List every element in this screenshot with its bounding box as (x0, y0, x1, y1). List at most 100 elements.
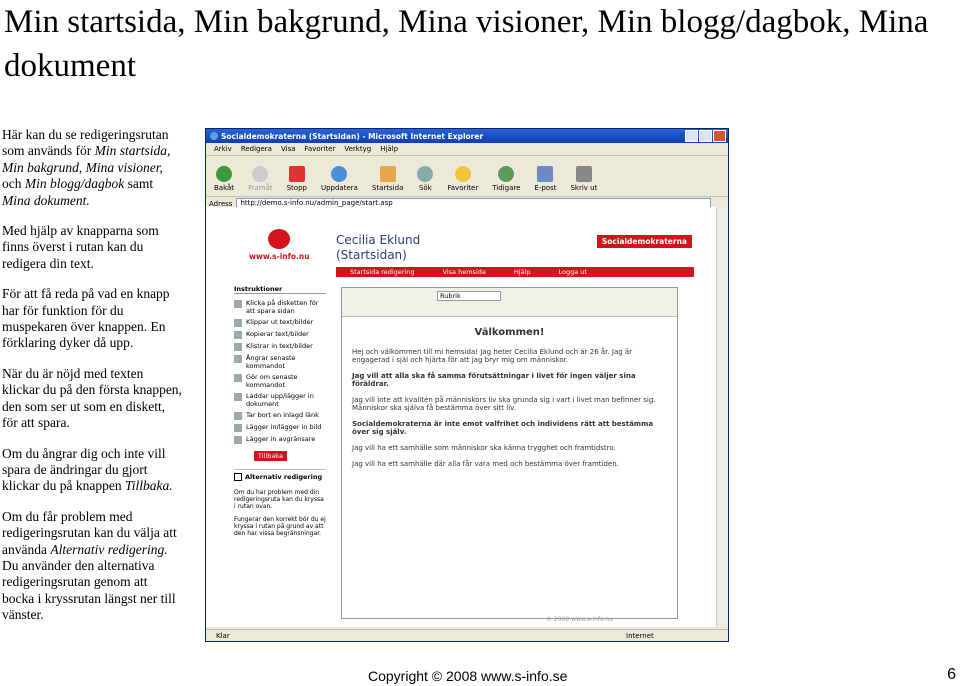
window-titlebar: Socialdemokraterna (Startsidan) - Micros… (206, 129, 728, 143)
instruction-item: Tar bort en inlagd länk (234, 411, 326, 420)
status-bar: Klar Internet (206, 629, 728, 641)
instruction-item: Ångrar senaste kommandot (234, 354, 326, 370)
history-button[interactable]: Tidigare (492, 166, 520, 192)
menu-redigera[interactable]: Redigera (241, 145, 272, 153)
stop-icon (288, 166, 305, 182)
paste-icon (234, 343, 242, 351)
undo-icon (234, 355, 242, 363)
print-button[interactable]: Skriv ut (570, 166, 597, 192)
nav-help[interactable]: Hjälp (500, 267, 545, 277)
paragraph-2: Med hjälp av knapparna som finns överst … (2, 223, 159, 271)
site-copyright: © 2008 www.s-info.nu (546, 616, 614, 623)
editor-toolbar: Rubrik (342, 288, 677, 317)
nav-edit[interactable]: Startsida redigering (336, 267, 429, 277)
back-icon (216, 166, 233, 182)
status-text: Klar (216, 631, 230, 640)
vertical-scrollbar[interactable] (716, 207, 728, 627)
instruction-item: Kopierar text/bilder (234, 330, 326, 339)
page-title: Min startsida, Min bakgrund, Mina vision… (4, 4, 929, 84)
browser-toolbar: Bakåt Framåt Stopp Uppdatera Startsida S… (206, 156, 728, 197)
refresh-button[interactable]: Uppdatera (321, 166, 358, 192)
instruction-item: Lägger in avgränsare (234, 435, 326, 444)
instruction-item: Klistrar in text/bilder (234, 342, 326, 351)
page-content: www.s-info.nu Cecilia Eklund (Startsidan… (206, 207, 716, 627)
body-paragraph: Jag vill att alla ska få samma förutsätt… (352, 372, 636, 388)
instructions-title: Instruktioner (234, 285, 326, 294)
menu-arkiv[interactable]: Arkiv (214, 145, 232, 153)
forward-button[interactable]: Framåt (248, 166, 273, 192)
paragraph-1: Här kan du se redigeringsrutan som använ… (2, 127, 171, 208)
paragraph-5: Om du ångrar dig och inte vill spara de … (2, 445, 173, 494)
help-text-2: Fungerar den korrekt bör du ej kryssa i … (234, 516, 326, 537)
redo-icon (234, 374, 242, 382)
print-icon (575, 166, 592, 182)
mail-button[interactable]: E-post (534, 166, 556, 192)
alt-edit-checkbox[interactable]: Alternativ redigering (234, 469, 326, 481)
instructions-panel: Instruktioner Klicka på disketten för at… (234, 285, 326, 543)
home-icon (379, 166, 396, 182)
mail-icon (537, 166, 554, 182)
minimize-icon[interactable] (685, 130, 698, 142)
star-icon (454, 166, 471, 182)
body-paragraph: Hej och välkommen till mi hemsida! Jag h… (352, 348, 633, 364)
footer-copyright: Copyright © 2008 www.s-info.se (368, 668, 568, 684)
copy-icon (234, 331, 242, 339)
menu-verktyg[interactable]: Verktyg (344, 145, 371, 153)
menu-favoriter[interactable]: Favoriter (305, 145, 336, 153)
menu-visa[interactable]: Visa (281, 145, 296, 153)
image-icon (234, 424, 242, 432)
forward-icon (252, 166, 269, 182)
instruction-item: Klippar ut text/bilder (234, 318, 326, 327)
back-link-button[interactable]: Tillbaka (254, 451, 287, 461)
zone-text: Internet (626, 631, 654, 640)
unlink-icon (234, 412, 242, 420)
nav-view[interactable]: Visa hemsida (429, 267, 500, 277)
site-nav: Startsida redigering Visa hemsida Hjälp … (336, 267, 694, 277)
nav-logout[interactable]: Logga ut (544, 267, 600, 277)
font-select[interactable]: Rubrik (437, 291, 501, 301)
home-button[interactable]: Startsida (372, 166, 403, 192)
help-text-1: Om du har problem med din redigeringsrut… (234, 489, 324, 510)
document-icon (234, 393, 242, 401)
refresh-icon (331, 166, 348, 182)
instruction-item: Laddar upp/lägger in dokument (234, 392, 326, 408)
body-paragraph: Jag vill ha ett samhälle som människor s… (352, 444, 616, 452)
favorites-button[interactable]: Favoriter (447, 166, 478, 192)
body-paragraph: Jag vill inte att kvalitén på människors… (352, 396, 656, 412)
instruction-item: Lägger in/lägger in bild (234, 423, 326, 432)
instruction-text: Här kan du se redigeringsrutan som använ… (2, 127, 182, 638)
browser-screenshot: Socialdemokraterna (Startsidan) - Micros… (205, 128, 729, 642)
ie-icon (210, 132, 218, 140)
close-icon[interactable] (713, 130, 726, 142)
maximize-icon[interactable] (699, 130, 712, 142)
checkbox-icon (234, 473, 242, 481)
rose-logo-icon (268, 229, 290, 249)
paragraph-6: Om du får problem med redigeringsrutan k… (2, 508, 177, 623)
site-header: www.s-info.nu Cecilia Eklund (Startsidan… (228, 227, 694, 277)
instruction-item: Gör om senaste kommandot (234, 373, 326, 389)
rich-text-editor[interactable]: Rubrik Välkommen! Hej och välkommen till… (341, 287, 678, 619)
save-icon (234, 300, 242, 308)
paragraph-4: När du är nöjd med texten klickar du på … (2, 365, 182, 431)
window-title: Socialdemokraterna (Startsidan) - Micros… (221, 131, 484, 141)
search-button[interactable]: Sök (417, 166, 434, 192)
menu-bar: Arkiv Redigera Visa Favoriter Verktyg Hj… (206, 143, 728, 156)
welcome-heading: Välkommen! (474, 327, 545, 338)
cut-icon (234, 319, 242, 327)
divider-icon (234, 436, 242, 444)
back-button[interactable]: Bakåt (214, 166, 234, 192)
menu-hjalp[interactable]: Hjälp (380, 145, 398, 153)
paragraph-3: För att få reda på vad en knapp har för … (2, 286, 170, 351)
instruction-item: Klicka på disketten för att spara sidan (234, 299, 326, 315)
editor-body[interactable]: Välkommen! Hej och välkommen till mi hem… (342, 317, 677, 482)
page-number: 6 (947, 666, 956, 683)
search-icon (417, 166, 434, 182)
body-paragraph: Jag vill ha ett samhälle där alla får va… (352, 460, 619, 468)
site-url: www.s-info.nu (249, 252, 310, 261)
site-subtitle: (Startsidan) (336, 248, 407, 262)
brand-badge: Socialdemokraterna (596, 235, 692, 248)
stop-button[interactable]: Stopp (287, 166, 307, 192)
history-icon (498, 166, 515, 182)
body-paragraph: Socialdemokraterna är inte emot valfrihe… (352, 420, 654, 436)
site-name: Cecilia Eklund (336, 233, 421, 247)
